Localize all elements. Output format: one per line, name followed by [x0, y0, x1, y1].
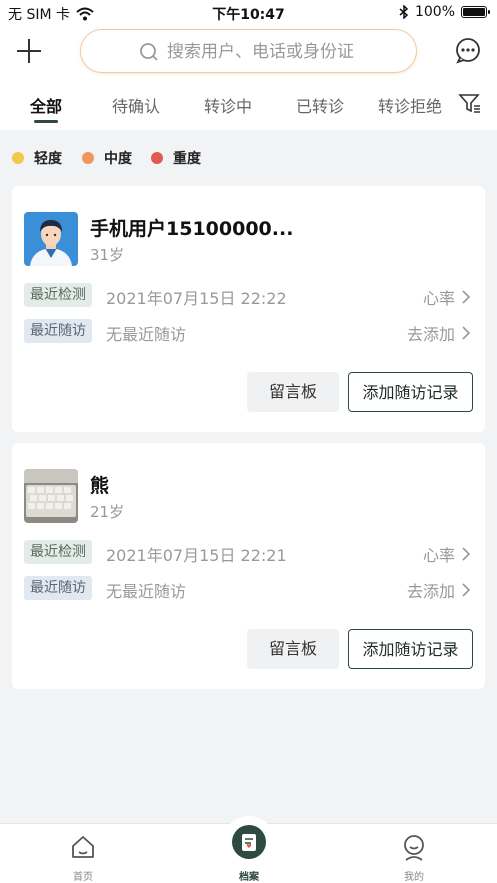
- add-visit-record-button[interactable]: 添加随访记录: [348, 629, 473, 669]
- nav-home[interactable]: 首页: [38, 824, 128, 883]
- tab-pending[interactable]: 待确认: [112, 93, 160, 117]
- add-visit-record-button[interactable]: 添加随访记录: [348, 372, 473, 412]
- battery-icon: [461, 6, 490, 18]
- severity-legend: 轻度 中度 重度: [0, 140, 497, 176]
- add-visit-link[interactable]: 去添加: [407, 578, 471, 602]
- chevron-right-icon: [462, 547, 471, 561]
- chevron-right-icon: [462, 326, 471, 340]
- add-button[interactable]: [14, 36, 44, 66]
- keyboard-photo-icon: [24, 469, 78, 523]
- nav-archive-label: 档案: [239, 872, 259, 883]
- avatar: [24, 212, 78, 266]
- status-tabs: 全部 待确认 转诊中 已转诊 转诊拒绝: [0, 88, 497, 128]
- legend-moderate: 中度: [82, 148, 132, 168]
- status-bar: 无 SIM 卡 下午10:47 100%: [0, 0, 497, 26]
- legend-severe: 重度: [151, 148, 201, 168]
- header: 全部 待确认 转诊中 已转诊 转诊拒绝: [0, 26, 497, 130]
- tab-rejected[interactable]: 转诊拒绝: [378, 93, 442, 117]
- patient-card[interactable]: 手机用户15100000... 31岁 最近检测 2021年07月15日 22:…: [12, 186, 485, 432]
- nav-home-label: 首页: [73, 872, 93, 883]
- latest-detection-tag: 最近检测: [24, 283, 92, 307]
- profile-icon: [404, 835, 424, 861]
- legend-mild: 轻度: [12, 148, 62, 168]
- latest-visit-tag: 最近随访: [24, 319, 92, 343]
- patient-age: 21岁: [90, 503, 125, 521]
- add-visit-link[interactable]: 去添加: [407, 321, 471, 345]
- tab-referring[interactable]: 转诊中: [204, 93, 252, 117]
- bottom-nav: 首页 档案 我的: [0, 816, 497, 883]
- search-input[interactable]: [167, 38, 397, 66]
- mild-dot: [12, 152, 24, 164]
- latest-detection-tag: 最近检测: [24, 540, 92, 564]
- patient-card[interactable]: 熊 21岁 最近检测 2021年07月15日 22:21 心率 最近随访 无最近…: [12, 443, 485, 689]
- latest-detection-time: 2021年07月15日 22:21: [106, 546, 287, 565]
- active-tab-indicator: [34, 120, 58, 123]
- heart-rate-link[interactable]: 心率: [423, 542, 471, 566]
- patient-age: 31岁: [90, 246, 125, 264]
- patient-name: 熊: [90, 475, 110, 497]
- chevron-right-icon: [462, 290, 471, 304]
- message-board-button[interactable]: 留言板: [247, 372, 339, 412]
- message-board-button[interactable]: 留言板: [247, 629, 339, 669]
- nav-archive[interactable]: 档案: [204, 824, 294, 883]
- latest-detection-time: 2021年07月15日 22:22: [106, 289, 287, 308]
- tab-referred[interactable]: 已转诊: [296, 93, 344, 117]
- patient-name: 手机用户15100000...: [90, 218, 294, 240]
- severe-dot: [151, 152, 163, 164]
- latest-visit-tag: 最近随访: [24, 576, 92, 600]
- nav-profile-label: 我的: [404, 872, 424, 883]
- latest-visit-value: 无最近随访: [106, 582, 187, 601]
- moderate-dot: [82, 152, 94, 164]
- battery-text: 100%: [414, 4, 455, 20]
- chevron-right-icon: [462, 583, 471, 597]
- heart-rate-link[interactable]: 心率: [423, 285, 471, 309]
- search-bar[interactable]: [80, 29, 417, 73]
- chat-icon[interactable]: [454, 36, 482, 64]
- latest-visit-value: 无最近随访: [106, 325, 187, 344]
- filter-icon[interactable]: [458, 91, 482, 115]
- bluetooth-icon: [399, 5, 409, 19]
- doctor-avatar-icon: [24, 212, 78, 266]
- home-icon: [72, 836, 94, 858]
- avatar: [24, 469, 78, 523]
- search-icon: [140, 43, 158, 61]
- tab-all[interactable]: 全部: [30, 93, 62, 117]
- archive-icon: [232, 825, 266, 859]
- nav-profile[interactable]: 我的: [369, 824, 459, 883]
